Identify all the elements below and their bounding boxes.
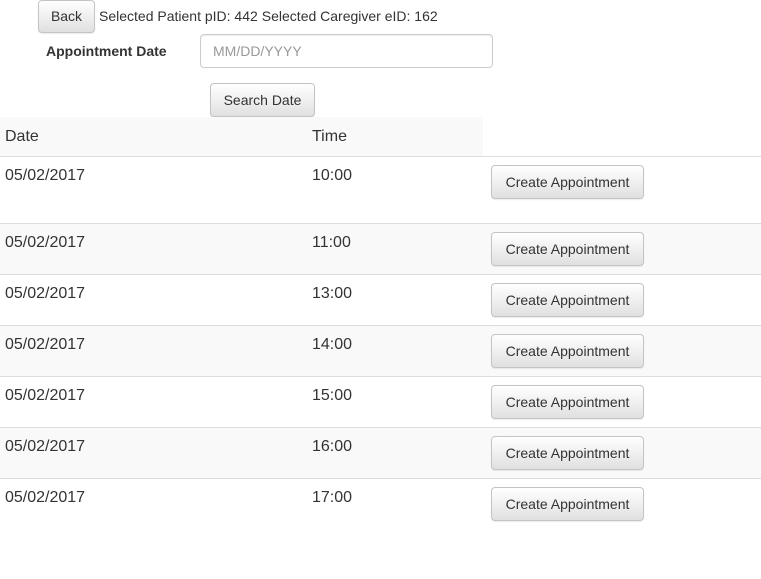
row-time: 14:00: [312, 336, 353, 353]
table-row: 05/02/2017 15:00 Create Appointment: [0, 377, 761, 428]
search-date-button[interactable]: Search Date: [210, 83, 315, 117]
create-appointment-button[interactable]: Create Appointment: [491, 283, 644, 317]
appointment-table-body: 05/02/2017 10:00 Create Appointment 05/0…: [0, 157, 761, 529]
row-date: 05/02/2017: [5, 489, 86, 506]
selected-caregiver-text: Selected Caregiver eID: 162: [261, 8, 438, 24]
row-time: 13:00: [312, 285, 353, 302]
create-appointment-button[interactable]: Create Appointment: [491, 165, 644, 199]
table-row: 05/02/2017 13:00 Create Appointment: [0, 275, 761, 326]
table-row: 05/02/2017 11:00 Create Appointment: [0, 224, 761, 275]
row-date: 05/02/2017: [5, 285, 86, 302]
create-appointment-button[interactable]: Create Appointment: [491, 487, 644, 521]
row-time: 17:00: [312, 489, 353, 506]
row-time: 16:00: [312, 438, 353, 455]
create-appointment-button[interactable]: Create Appointment: [491, 436, 644, 470]
table-header: Date Time: [0, 117, 483, 156]
back-button[interactable]: Back: [38, 0, 95, 33]
create-appointment-button[interactable]: Create Appointment: [491, 232, 644, 266]
column-header-date: Date: [5, 128, 39, 145]
table-row: 05/02/2017 16:00 Create Appointment: [0, 428, 761, 479]
column-header-time: Time: [312, 128, 347, 145]
row-time: 10:00: [312, 167, 353, 184]
row-date: 05/02/2017: [5, 234, 86, 251]
create-appointment-button[interactable]: Create Appointment: [491, 334, 644, 368]
selection-info: Selected Patient pID: 442 Selected Caregi…: [99, 8, 442, 24]
row-time: 15:00: [312, 387, 353, 404]
appointment-date-label: Appointment Date: [46, 43, 167, 59]
table-row: 05/02/2017 17:00 Create Appointment: [0, 479, 761, 529]
table-row: 05/02/2017 10:00 Create Appointment: [0, 157, 761, 224]
create-appointment-button[interactable]: Create Appointment: [491, 385, 644, 419]
row-date: 05/02/2017: [5, 438, 86, 455]
selected-patient-text: Selected Patient pID: 442: [99, 8, 258, 24]
row-date: 05/02/2017: [5, 167, 86, 184]
row-date: 05/02/2017: [5, 387, 86, 404]
table-row: 05/02/2017 14:00 Create Appointment: [0, 326, 761, 377]
row-date: 05/02/2017: [5, 336, 86, 353]
appointment-page: Back Selected Patient pID: 442 Selected C…: [0, 0, 761, 579]
row-time: 11:00: [312, 234, 351, 251]
appointment-date-input[interactable]: [200, 34, 493, 68]
